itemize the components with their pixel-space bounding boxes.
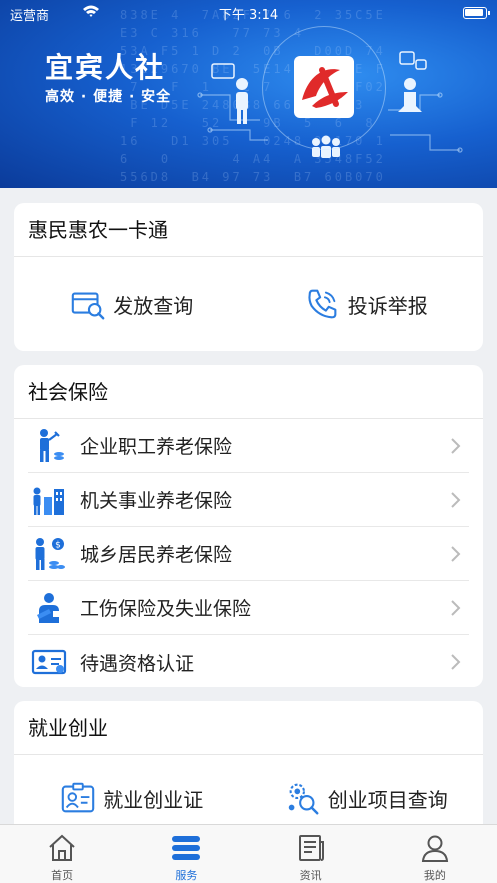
service-icon — [172, 836, 201, 860]
header-banner: 838E 4 7A82F 7 6 2 35C5E E3 C 316 77 73 … — [0, 0, 497, 188]
complaint-report-button[interactable]: 投诉举报 — [249, 257, 484, 351]
institution-icon — [30, 481, 68, 519]
tab-service[interactable]: 服务 — [124, 825, 248, 883]
tab-news[interactable]: 资讯 — [249, 825, 373, 883]
tab-label: 我的 — [423, 869, 446, 882]
chevron-right-icon — [451, 492, 461, 508]
employment-card-label: 就业创业证 — [103, 787, 204, 812]
list-item-qualification-cert[interactable]: 待遇资格认证 — [28, 635, 469, 687]
list-item-label: 城乡居民养老保险 — [80, 544, 233, 566]
search-card-icon — [72, 292, 105, 320]
phone-icon — [308, 289, 337, 319]
list-item-label: 工伤保险及失业保险 — [80, 598, 252, 620]
section-title: 惠民惠农一卡通 — [14, 203, 483, 257]
payout-query-label: 发放查询 — [113, 293, 194, 318]
tab-label: 首页 — [51, 869, 74, 882]
id-card-icon — [62, 782, 95, 813]
banner-title: 宜宾人社 — [45, 51, 166, 84]
tab-label: 资讯 — [299, 869, 322, 882]
complaint-report-label: 投诉举报 — [347, 293, 428, 318]
chevron-right-icon — [451, 600, 461, 616]
list-item-injury-unemployment[interactable]: 工伤保险及失业保险 — [28, 581, 469, 635]
home-icon — [49, 834, 75, 861]
card-employment: 就业创业 就业创业证 创业项目查询 — [14, 701, 483, 841]
worker-icon — [30, 427, 68, 465]
gear-search-icon — [288, 783, 319, 815]
list-item-institution-pension[interactable]: 机关事业养老保险 — [28, 473, 469, 527]
list-item-label: 企业职工养老保险 — [80, 436, 233, 458]
person-message-icon — [398, 51, 427, 112]
startup-project-query-label: 创业项目查询 — [327, 787, 448, 812]
clock: 下午 3:14 — [218, 8, 279, 23]
payout-query-button[interactable]: 发放查询 — [14, 257, 249, 351]
chevron-right-icon — [451, 438, 461, 454]
svg-text:$: $ — [55, 540, 61, 550]
user-icon — [421, 835, 448, 862]
tab-label: 服务 — [175, 869, 198, 882]
app-logo — [294, 56, 354, 118]
list-item-resident-pension[interactable]: $ 城乡居民养老保险 — [28, 527, 469, 581]
card-one-card-service: 惠民惠农一卡通 发放查询 投诉举报 — [14, 203, 483, 351]
list-item-label: 机关事业养老保险 — [80, 490, 233, 512]
bottom-tab-bar: 首页 服务 资讯 我的 — [0, 824, 497, 883]
card-social-insurance: 社会保险 企业职工养老保险 机关事业养老保险 $ 城乡居民养老保险 工伤保险及失… — [14, 365, 483, 687]
tab-mine[interactable]: 我的 — [373, 825, 497, 883]
news-icon — [298, 835, 324, 861]
status-bar: 运营商 下午 3:14 — [0, 0, 497, 26]
certificate-icon — [30, 643, 68, 681]
chevron-right-icon — [451, 654, 461, 670]
resident-coins-icon: $ — [30, 535, 68, 573]
section-title: 就业创业 — [14, 701, 483, 755]
section-title: 社会保险 — [14, 365, 483, 419]
banner-slogan: 高效 · 便捷 · 安全 — [45, 89, 172, 105]
chevron-right-icon — [451, 546, 461, 562]
list-item-enterprise-pension[interactable]: 企业职工养老保险 — [28, 419, 469, 473]
tab-home[interactable]: 首页 — [0, 825, 124, 883]
injury-icon — [30, 589, 68, 627]
battery-icon — [463, 7, 490, 19]
list-item-label: 待遇资格认证 — [80, 652, 195, 675]
